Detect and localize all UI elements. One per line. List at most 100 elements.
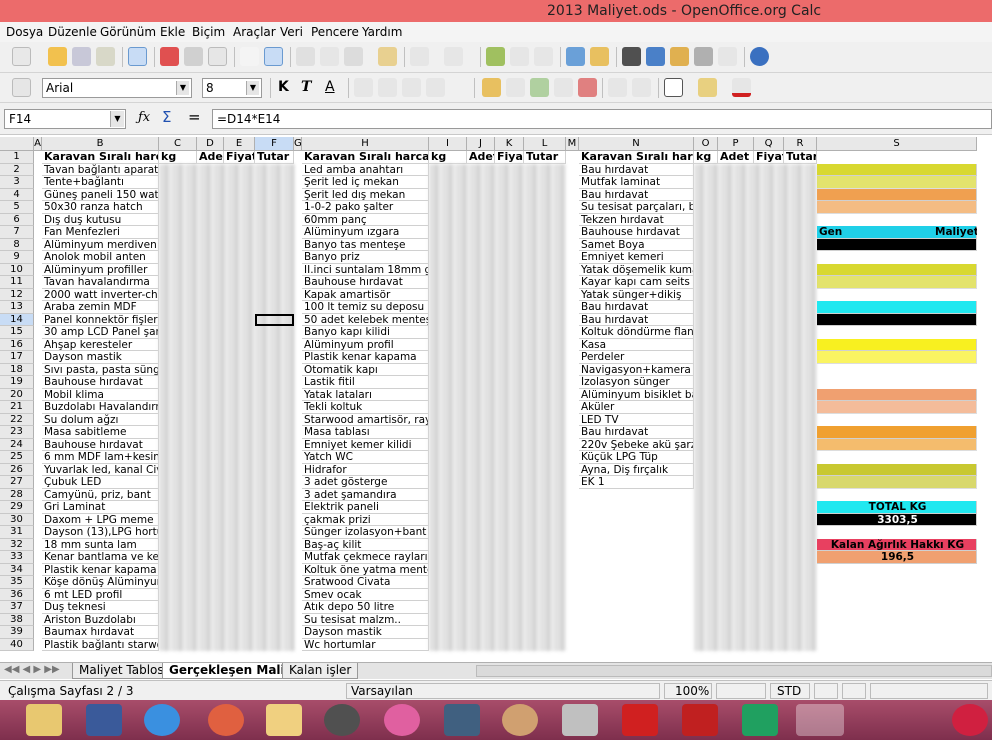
item-cell[interactable]: Şerit led dış mekan: [302, 188, 429, 201]
column-header[interactable]: O: [694, 137, 718, 151]
function-equals-icon[interactable]: =: [188, 108, 201, 126]
item-cell[interactable]: Bauhouse hırdavat: [302, 276, 429, 289]
summary-value-cell[interactable]: [817, 438, 977, 451]
formula-input[interactable]: =D14*E14: [212, 109, 992, 129]
italic-button[interactable]: T: [301, 79, 311, 95]
font-name-select[interactable]: Arial ▼: [42, 78, 192, 98]
item-cell[interactable]: Alüminyum profiller: [42, 263, 159, 276]
item-cell[interactable]: Mutfak çekmece rayları: [302, 551, 429, 564]
summary-label-cell[interactable]: [817, 338, 977, 351]
item-cell[interactable]: Ahşap keresteler: [42, 338, 159, 351]
item-cell[interactable]: çakmak prizi: [302, 513, 429, 526]
column-title[interactable]: Adet: [467, 151, 495, 164]
row-header[interactable]: 11: [0, 276, 34, 289]
column-header[interactable]: B: [42, 137, 159, 151]
row-header[interactable]: 33: [0, 551, 34, 564]
row-header[interactable]: 4: [0, 188, 34, 201]
item-cell[interactable]: Koltuk döndürme flanş: [579, 326, 694, 339]
summary-label-cell[interactable]: [817, 301, 977, 314]
item-cell[interactable]: Mobil klima: [42, 388, 159, 401]
help-icon[interactable]: [750, 47, 769, 66]
item-cell[interactable]: 50 adet kelebek menteşe: [302, 313, 429, 326]
item-cell[interactable]: Starwood amartisör, ray: [302, 413, 429, 426]
item-cell[interactable]: Banyo priz: [302, 251, 429, 264]
borders-icon[interactable]: [664, 78, 683, 97]
row-header[interactable]: 29: [0, 501, 34, 514]
currency-icon[interactable]: [482, 78, 501, 97]
summary-label-cell[interactable]: [817, 388, 977, 401]
item-cell[interactable]: Yuvarlak led, kanal Civata: [42, 463, 159, 476]
edit-mode-icon[interactable]: [128, 47, 147, 66]
copy-icon[interactable]: [320, 47, 339, 66]
item-cell[interactable]: Gri Laminat: [42, 501, 159, 514]
remaining-kg-value[interactable]: 196,5: [817, 551, 977, 564]
percent-icon[interactable]: [506, 78, 525, 97]
horizontal-scrollbar[interactable]: [476, 665, 992, 677]
row-header[interactable]: 28: [0, 488, 34, 501]
item-cell[interactable]: Plastik kenar kapama: [42, 563, 159, 576]
calculator-icon[interactable]: [562, 704, 598, 736]
paste-icon[interactable]: [344, 47, 363, 66]
hyperlink-icon[interactable]: [486, 47, 505, 66]
item-cell[interactable]: İzolasyon sünger: [579, 376, 694, 389]
card-app-icon[interactable]: [742, 704, 778, 736]
row-header[interactable]: 21: [0, 401, 34, 414]
add-decimal-icon[interactable]: [554, 78, 573, 97]
selection-mode-box[interactable]: STD: [770, 683, 810, 699]
item-cell[interactable]: Yatak döşemelik kumaş: [579, 263, 694, 276]
flower-app-icon[interactable]: [384, 704, 420, 736]
item-cell[interactable]: Alüminyum merdiven: [42, 238, 159, 251]
auto-spellcheck-icon[interactable]: [264, 47, 283, 66]
item-cell[interactable]: Kasa: [579, 338, 694, 351]
column-header[interactable]: L: [524, 137, 566, 151]
kaspersky-icon[interactable]: [682, 704, 718, 736]
item-cell[interactable]: Dayson (13),LPG hortum: [42, 526, 159, 539]
summary-label-cell[interactable]: [817, 163, 977, 176]
item-cell[interactable]: Araba zemin MDF: [42, 301, 159, 314]
item-cell[interactable]: Wc hortumlar: [302, 638, 429, 651]
item-cell[interactable]: 1-0-2 pako şalter: [302, 201, 429, 214]
item-cell[interactable]: Smev ocak: [302, 588, 429, 601]
menu-araclar[interactable]: Araçlar: [233, 25, 276, 39]
item-cell[interactable]: Plastik kenar kapama: [302, 351, 429, 364]
column-header[interactable]: H: [302, 137, 429, 151]
font-color-icon[interactable]: [732, 78, 751, 97]
select-all-corner[interactable]: [0, 137, 34, 151]
row-header[interactable]: 32: [0, 538, 34, 551]
item-cell[interactable]: Tekli koltuk: [302, 401, 429, 414]
row-header[interactable]: 8: [0, 238, 34, 251]
item-cell[interactable]: 6 mt LED profil: [42, 588, 159, 601]
tab-kalan-isler[interactable]: Kalan işler: [282, 663, 359, 679]
chart-icon[interactable]: [566, 47, 585, 66]
menu-duzenle[interactable]: Düzenle: [48, 25, 97, 39]
item-cell[interactable]: Duş teknesi: [42, 601, 159, 614]
system-tray-icon[interactable]: [952, 704, 988, 736]
column-title[interactable]: kg: [159, 151, 197, 164]
item-cell[interactable]: Tente+bağlantı: [42, 176, 159, 189]
item-cell[interactable]: Samet Boya: [579, 238, 694, 251]
summary-label-cell[interactable]: [817, 463, 977, 476]
item-cell[interactable]: Masa tablası: [302, 426, 429, 439]
export-pdf-icon[interactable]: [160, 47, 179, 66]
row-header[interactable]: 18: [0, 363, 34, 376]
item-cell[interactable]: Su tesisat malzm..: [302, 613, 429, 626]
item-cell[interactable]: Lastik fitil: [302, 376, 429, 389]
column-header[interactable]: R: [784, 137, 817, 151]
function-wizard-icon[interactable]: ƒx: [138, 110, 150, 125]
row-header[interactable]: 7: [0, 226, 34, 239]
item-cell[interactable]: Güneş paneli 150 watt: [42, 188, 159, 201]
summary-value-cell[interactable]: [817, 476, 977, 489]
item-cell[interactable]: Panel konnektör fişleri: [42, 313, 159, 326]
item-cell[interactable]: Su tesisat parçaları, bant: [579, 201, 694, 214]
column-header[interactable]: M: [566, 137, 579, 151]
row-header[interactable]: 5: [0, 201, 34, 214]
summary-value-cell[interactable]: [817, 351, 977, 364]
total-kg-label[interactable]: TOTAL KG: [817, 501, 977, 514]
sort-descending-icon[interactable]: [534, 47, 553, 66]
undo-icon[interactable]: [410, 47, 429, 66]
delete-decimal-icon[interactable]: [578, 78, 597, 97]
column-header[interactable]: I: [429, 137, 467, 151]
item-cell[interactable]: Daxom + LPG meme: [42, 513, 159, 526]
item-cell[interactable]: Dış duş kutusu: [42, 213, 159, 226]
row-header[interactable]: 26: [0, 463, 34, 476]
